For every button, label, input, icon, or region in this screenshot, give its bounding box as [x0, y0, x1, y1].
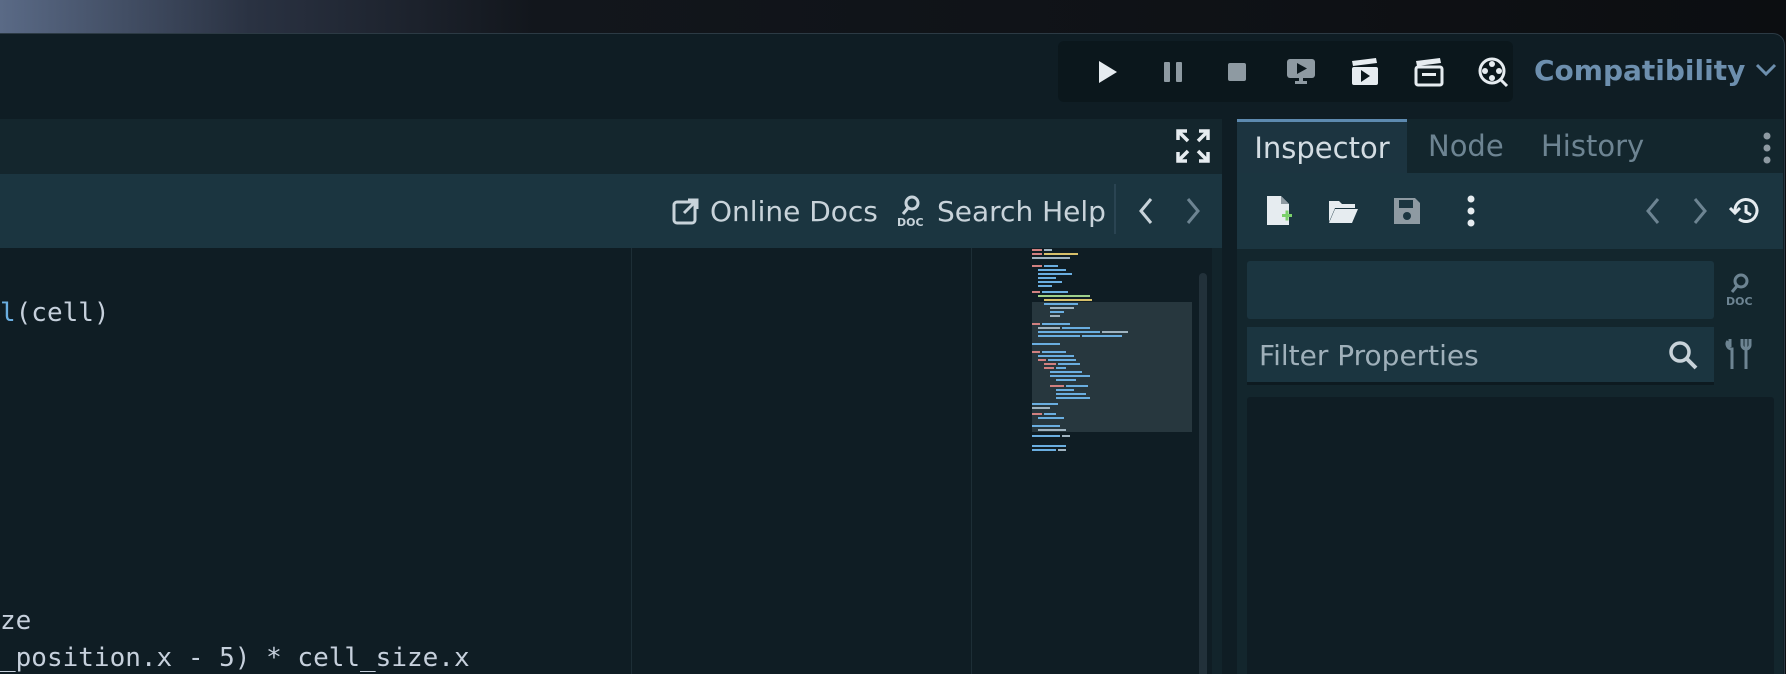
help-back-button[interactable]	[1131, 192, 1161, 230]
recent-history-button[interactable]	[1727, 193, 1763, 229]
folder-open-icon	[1329, 201, 1358, 223]
search-help-link[interactable]: DOC Search Help	[897, 192, 1106, 230]
desktop-top-bar	[0, 0, 1786, 34]
chevron-right-icon	[1186, 198, 1200, 224]
remote-deploy-icon	[1287, 59, 1315, 84]
inspector-toolbar	[1237, 173, 1783, 249]
open-documentation-button[interactable]: DOC	[1724, 271, 1762, 309]
tab-history[interactable]: History	[1541, 119, 1644, 173]
tools-icon	[1725, 339, 1752, 369]
chevron-down-icon	[1756, 63, 1777, 77]
chevron-left-icon	[1139, 198, 1153, 224]
line-length-guide	[631, 248, 632, 674]
kebab-menu-icon	[1763, 132, 1771, 164]
code-editor[interactable]: l(cell) ze _position.x - 5) * cell_size.…	[0, 248, 1212, 674]
new-resource-button[interactable]	[1261, 193, 1297, 229]
online-docs-label: Online Docs	[710, 194, 878, 228]
stop-button[interactable]	[1220, 55, 1254, 89]
vertical-scrollbar[interactable]	[1199, 273, 1207, 674]
external-link-icon	[672, 198, 699, 225]
doc-search-icon: DOC	[1726, 273, 1753, 308]
inspector-dock: Inspector Node History DOC Filter Proper…	[1237, 119, 1783, 674]
kebab-menu-icon	[1467, 195, 1475, 227]
distraction-free-button[interactable]	[1176, 129, 1210, 163]
play-icon	[1099, 61, 1117, 83]
code-line: _position.x - 5) * cell_size.x	[0, 643, 470, 673]
tab-node-label: Node	[1428, 129, 1504, 163]
save-resource-button[interactable]	[1389, 193, 1425, 229]
remote-debug-button[interactable]	[1284, 55, 1318, 89]
resource-menu-button[interactable]	[1453, 193, 1489, 229]
minimap[interactable]	[1030, 248, 1195, 468]
inspector-tools-button[interactable]	[1724, 337, 1762, 375]
load-resource-button[interactable]	[1325, 193, 1361, 229]
tab-inspector[interactable]: Inspector	[1237, 119, 1407, 173]
search-help-label: Search Help	[937, 194, 1106, 228]
help-bar: Online Docs DOC Search Help	[0, 174, 1222, 248]
code-line: l(cell)	[0, 298, 110, 328]
save-icon	[1394, 198, 1420, 224]
new-file-icon	[1267, 196, 1292, 225]
pause-button[interactable]	[1156, 55, 1190, 89]
run-custom-scene-button[interactable]	[1412, 55, 1446, 89]
stop-icon	[1228, 63, 1246, 81]
chevron-right-icon	[1693, 198, 1707, 224]
property-list	[1247, 397, 1774, 674]
script-editor: Online Docs DOC Search Help l(cell) ze _…	[0, 119, 1222, 674]
history-forward-button[interactable]	[1682, 193, 1718, 229]
run-current-scene-icon	[1352, 58, 1378, 85]
movie-maker-icon	[1478, 57, 1509, 88]
filter-properties-field[interactable]	[1247, 327, 1714, 385]
pause-icon	[1164, 62, 1182, 82]
dock-menu-button[interactable]	[1757, 129, 1777, 169]
history-back-button[interactable]	[1635, 193, 1671, 229]
renderer-selector[interactable]: Compatibility	[1534, 48, 1777, 92]
chevron-left-icon	[1646, 198, 1660, 224]
search-icon	[1669, 341, 1698, 370]
play-button[interactable]	[1090, 55, 1124, 89]
movie-maker-button[interactable]	[1476, 55, 1510, 89]
tab-node[interactable]: Node	[1428, 119, 1504, 173]
line-length-guide-hard	[971, 248, 972, 674]
expand-icon	[1176, 129, 1210, 163]
renderer-label: Compatibility	[1534, 53, 1746, 87]
editor-window: Compatibility Online Docs DOC Search Hel…	[0, 33, 1785, 674]
svg-text:DOC: DOC	[1726, 295, 1753, 307]
svg-text:DOC: DOC	[897, 216, 924, 228]
online-docs-link[interactable]: Online Docs	[672, 192, 878, 230]
script-editor-topbar	[0, 119, 1222, 174]
object-path-field[interactable]	[1247, 261, 1714, 319]
run-current-scene-button[interactable]	[1348, 55, 1382, 89]
doc-search-icon: DOC	[897, 195, 924, 228]
filter-properties-input[interactable]	[1247, 327, 1661, 384]
run-toolbar	[1058, 41, 1513, 102]
history-icon	[1729, 198, 1759, 223]
help-forward-button[interactable]	[1178, 192, 1208, 230]
code-line: ze	[0, 606, 32, 636]
tab-history-label: History	[1541, 129, 1645, 163]
separator	[1114, 184, 1116, 234]
run-custom-scene-icon	[1414, 58, 1444, 87]
tab-inspector-label: Inspector	[1254, 130, 1390, 165]
